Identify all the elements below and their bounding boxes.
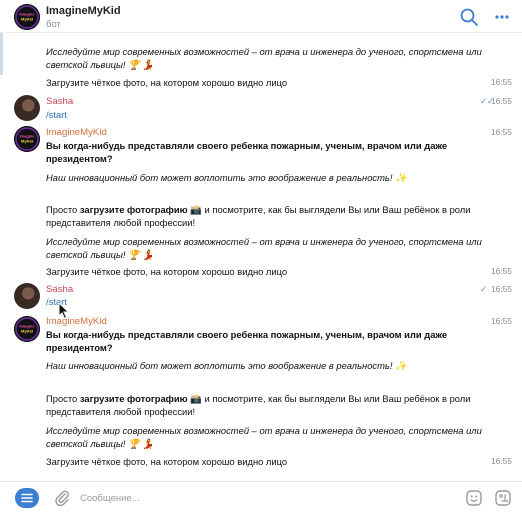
menu-icon[interactable] — [15, 488, 39, 508]
message-time: 16:55 — [491, 77, 512, 87]
user-avatar[interactable] — [14, 283, 40, 309]
svg-text:MyKid: MyKid — [21, 329, 34, 334]
message-text: светской львицы! 🏆 💃 — [46, 249, 155, 260]
search-icon[interactable] — [459, 7, 479, 27]
message-text: светской львицы! 🏆 💃 — [46, 59, 155, 70]
sender-name[interactable]: ImagineMyKid — [46, 127, 107, 138]
message-text: Загрузите чёткое фото, на котором хорошо… — [46, 77, 288, 88]
mouse-cursor-icon — [58, 301, 70, 320]
sent-check-icon: ✓ — [480, 284, 488, 294]
message-text: Наш инновационный бот может воплотить эт… — [46, 172, 407, 183]
message-time: 16:55 — [491, 266, 512, 276]
user-avatar[interactable] — [14, 95, 40, 121]
message-text: Загрузите чёткое фото, на котором хорошо… — [46, 266, 288, 277]
sender-name[interactable]: Sasha — [46, 284, 73, 295]
bot-avatar[interactable]: Imagine MyKid — [14, 4, 40, 30]
message-text: Вы когда-нибудь представляли своего ребе… — [46, 329, 448, 340]
command-link[interactable]: /start — [46, 109, 67, 120]
message-time: 16:55 — [491, 284, 512, 294]
message-text: светской львицы! 🏆 💃 — [46, 438, 155, 449]
sticker-icon[interactable] — [465, 489, 483, 507]
message-text: Исследуйте мир современных возможностей … — [46, 236, 482, 247]
message-text: Исследуйте мир современных возможностей … — [46, 425, 482, 436]
message-time: 16:55 — [491, 456, 512, 466]
message-text: Просто загрузите фотографию 📸 и посмотри… — [46, 204, 471, 215]
message-text: Наш инновационный бот может воплотить эт… — [46, 360, 407, 371]
message-input[interactable] — [80, 490, 450, 507]
message-time: 16:55 — [491, 316, 512, 326]
message-text: президентом? — [46, 342, 113, 353]
scroll-indicator — [0, 33, 3, 75]
message-text: Просто загрузите фотографию 📸 и посмотри… — [46, 393, 471, 404]
sender-name[interactable]: Sasha — [46, 96, 73, 107]
bot-avatar[interactable]: Imagine MyKid — [14, 316, 40, 342]
message-text: Загрузите чёткое фото, на котором хорошо… — [46, 456, 288, 467]
message-text: президентом? — [46, 153, 113, 164]
more-icon[interactable] — [494, 9, 510, 25]
message-time: 16:55 — [491, 127, 512, 137]
bot-avatar[interactable]: Imagine MyKid — [14, 126, 40, 152]
svg-text:MyKid: MyKid — [21, 139, 34, 144]
message-time: 16:55 — [491, 96, 512, 106]
message-text: Вы когда-нибудь представляли своего ребе… — [46, 140, 448, 151]
chat-header: Imagine MyKid ImagineMyKid бот — [0, 0, 522, 33]
message-text: представителя любой профессии! — [46, 217, 196, 228]
paperclip-icon[interactable] — [53, 489, 71, 507]
svg-text:MyKid: MyKid — [21, 17, 34, 22]
chat-subtitle: бот — [46, 19, 61, 30]
message-text: Исследуйте мир современных возможностей … — [46, 46, 482, 57]
sender-name[interactable]: ImagineMyKid — [46, 316, 107, 327]
bot-commands-icon[interactable] — [494, 489, 512, 507]
chat-title[interactable]: ImagineMyKid — [46, 5, 121, 17]
message-composer — [0, 481, 522, 514]
message-text: представителя любой профессии! — [46, 406, 196, 417]
message-list[interactable]: Исследуйте мир современных возможностей … — [0, 33, 522, 481]
